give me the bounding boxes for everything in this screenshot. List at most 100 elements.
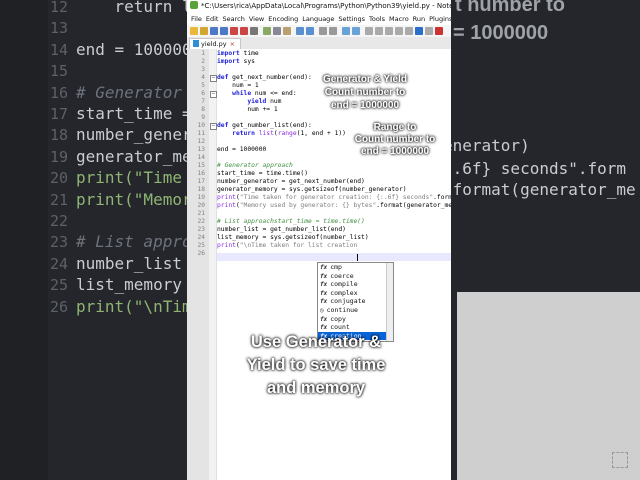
autocomplete-item-label: complex bbox=[330, 288, 358, 297]
line-number: 23 bbox=[197, 226, 205, 233]
code-line[interactable]: number_list = get_number_list(end) bbox=[217, 226, 346, 233]
line-number: 11 bbox=[197, 130, 205, 137]
doc-map-icon[interactable] bbox=[405, 27, 413, 35]
clock-icon: ◷ bbox=[320, 306, 324, 314]
code-line[interactable]: print("Time taken for generator creation… bbox=[217, 194, 451, 201]
background-code-line: enerator) bbox=[451, 136, 530, 155]
code-line[interactable]: generator_memory = sys.getsizeof(number_… bbox=[217, 186, 407, 193]
code-line[interactable]: while num <= end: bbox=[217, 90, 296, 97]
new-file-icon[interactable] bbox=[190, 27, 198, 35]
code-line[interactable]: # Generator approach bbox=[217, 162, 293, 169]
save-icon[interactable] bbox=[210, 27, 218, 35]
function-list-icon[interactable] bbox=[415, 27, 423, 35]
fold-toggle-icon[interactable]: − bbox=[210, 123, 217, 130]
background-line-number: 18 bbox=[49, 126, 68, 145]
tab-yield-py[interactable]: yield.py × bbox=[189, 38, 242, 49]
autocomplete-item[interactable]: ◷ continue bbox=[318, 306, 393, 315]
code-line[interactable]: list_memory = sys.getsizeof(number_list) bbox=[217, 234, 369, 241]
background-code-line: # List appro bbox=[76, 232, 187, 252]
print-icon[interactable] bbox=[250, 27, 258, 35]
autocomplete-item[interactable]: fx coerce bbox=[318, 272, 393, 281]
line-number: 9 bbox=[201, 114, 205, 121]
background-line-number: 17 bbox=[49, 105, 68, 123]
tab-close-icon[interactable]: × bbox=[230, 40, 235, 48]
code-line[interactable]: return list(range(1, end + 1)) bbox=[217, 130, 346, 137]
autocomplete-item[interactable]: fx conjugate bbox=[318, 297, 393, 306]
line-number: 8 bbox=[201, 106, 205, 113]
find-icon[interactable] bbox=[319, 27, 327, 35]
folder-workspace-icon[interactable] bbox=[425, 27, 433, 35]
background-line-number: 23 bbox=[49, 233, 68, 252]
code-line[interactable]: num = 1 bbox=[217, 82, 259, 89]
range-caption-line: Count number to bbox=[354, 134, 436, 145]
menu-item-settings[interactable]: Settings bbox=[338, 15, 365, 23]
menu-item-search[interactable]: Search bbox=[222, 15, 244, 23]
autocomplete-item[interactable]: fx complex bbox=[318, 289, 393, 298]
menu-item-language[interactable]: Language bbox=[302, 15, 334, 23]
line-number: 2 bbox=[201, 58, 205, 65]
replace-icon[interactable] bbox=[329, 27, 337, 35]
autocomplete-item-label: compile bbox=[330, 280, 358, 289]
code-line[interactable]: import time bbox=[217, 50, 259, 57]
code-line[interactable]: start_time = time.time() bbox=[217, 170, 308, 177]
fold-toggle-icon[interactable]: − bbox=[210, 91, 217, 98]
background-editor-right: t number to = 1000000 enerator):.6f} sec… bbox=[451, 0, 640, 480]
menu-item-edit[interactable]: Edit bbox=[206, 15, 219, 23]
indent-guide-icon[interactable] bbox=[395, 27, 403, 35]
menu-item-macro[interactable]: Macro bbox=[389, 15, 409, 23]
range-caption-line: end = 1000000 bbox=[360, 146, 430, 157]
main-caption-line: Use Generator & bbox=[250, 333, 382, 351]
fold-toggle-icon[interactable]: − bbox=[210, 75, 217, 82]
code-line[interactable]: import sys bbox=[217, 58, 255, 65]
autocomplete-scrollbar[interactable] bbox=[386, 263, 393, 341]
zoom-out-icon[interactable] bbox=[352, 27, 360, 35]
menu-item-plugins[interactable]: Plugins bbox=[429, 15, 451, 23]
code-line[interactable]: def get_next_number(end): bbox=[217, 74, 312, 81]
autocomplete-item[interactable]: fx copy bbox=[318, 315, 393, 324]
window-title: *C:\Users\rica\AppData\Local\Programs\Py… bbox=[201, 2, 451, 10]
sync-scroll-icon[interactable] bbox=[365, 27, 373, 35]
generator-caption-line: Count number to bbox=[324, 87, 406, 98]
line-number: 3 bbox=[201, 66, 205, 73]
redo-icon[interactable] bbox=[306, 27, 314, 35]
cut-icon[interactable] bbox=[263, 27, 271, 35]
menu-item-file[interactable]: File bbox=[191, 15, 202, 23]
line-number: 24 bbox=[197, 234, 205, 241]
background-caption-big: = 1000000 bbox=[453, 22, 549, 44]
background-line-number: 19 bbox=[49, 147, 68, 166]
file-icon bbox=[193, 40, 199, 47]
undo-icon[interactable] bbox=[296, 27, 304, 35]
open-folder-icon[interactable] bbox=[200, 27, 208, 35]
paste-icon[interactable] bbox=[283, 27, 291, 35]
word-wrap-icon[interactable] bbox=[375, 27, 383, 35]
menu-item-tools[interactable]: Tools bbox=[369, 15, 385, 23]
show-all-chars-icon[interactable] bbox=[385, 27, 393, 35]
save-all-icon[interactable] bbox=[220, 27, 228, 35]
code-line[interactable]: number_generator = get_next_number(end) bbox=[217, 178, 365, 185]
autocomplete-popup[interactable]: fx cmp fx coerce fx compile fx complex fx conjuga… bbox=[317, 262, 394, 342]
code-line[interactable]: yield num bbox=[217, 98, 281, 105]
background-code-line: start_time = bbox=[76, 104, 187, 123]
close-icon[interactable] bbox=[230, 27, 238, 35]
autocomplete-item[interactable]: fx compile bbox=[318, 280, 393, 289]
copy-icon[interactable] bbox=[273, 27, 281, 35]
code-line[interactable]: num += 1 bbox=[217, 106, 277, 113]
zoom-in-icon[interactable] bbox=[342, 27, 350, 35]
code-line[interactable]: def get_number_list(end): bbox=[217, 122, 312, 129]
code-line[interactable]: # List approachstart_time = time.time() bbox=[217, 218, 365, 225]
autocomplete-item-label: conjugate bbox=[330, 297, 366, 306]
menu-item-run[interactable]: Run bbox=[413, 15, 425, 23]
code-line[interactable]: print("\nTime taken for list creation bbox=[217, 242, 357, 249]
line-number: 6 bbox=[201, 90, 205, 97]
code-line[interactable]: print("Memory used by generator: {} byte… bbox=[217, 202, 451, 209]
line-number: 1 bbox=[201, 50, 205, 57]
code-line[interactable]: end = 1000000 bbox=[217, 146, 266, 153]
record-macro-icon[interactable] bbox=[435, 27, 443, 35]
autocomplete-item[interactable]: fx cmp bbox=[318, 263, 393, 272]
close-all-icon[interactable] bbox=[240, 27, 248, 35]
background-code-line: list_memory bbox=[76, 275, 182, 295]
background-code-line: :.6f} seconds".form bbox=[451, 159, 627, 178]
generator-caption-line: end = 1000000 bbox=[330, 100, 400, 111]
menu-item-view[interactable]: View bbox=[249, 15, 264, 23]
menu-item-encoding[interactable]: Encoding bbox=[268, 15, 298, 23]
